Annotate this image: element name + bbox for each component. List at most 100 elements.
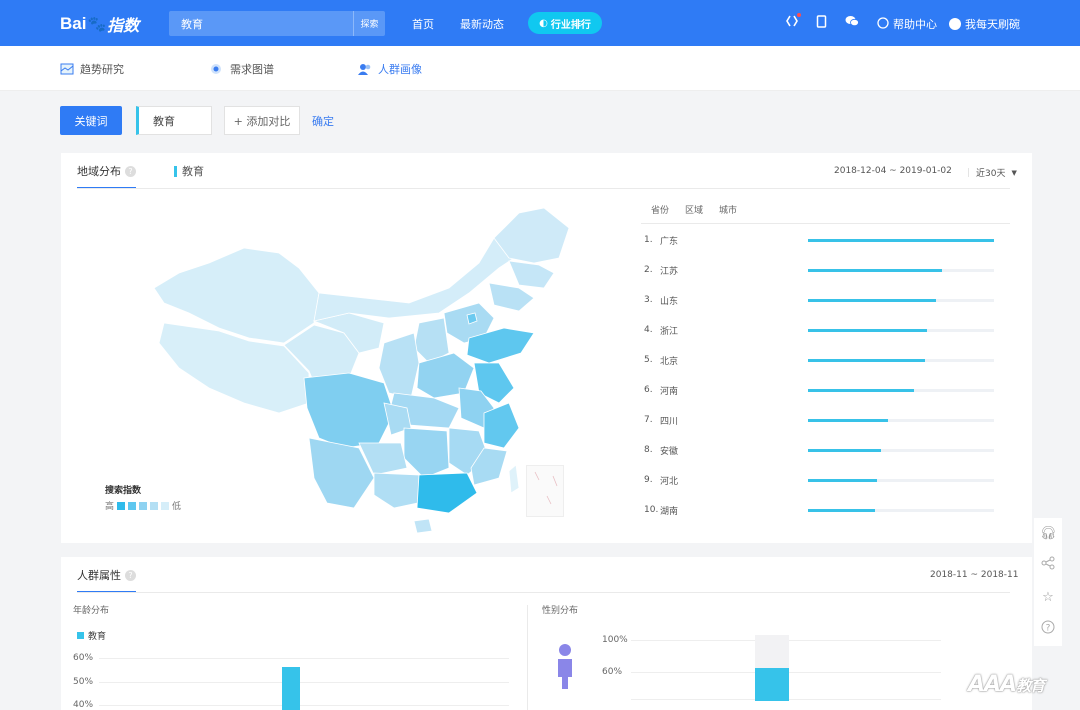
nav-latest-news[interactable]: 最新动态 <box>460 16 504 32</box>
keyword-field[interactable]: 教育 <box>136 106 212 135</box>
period-select[interactable]: | 近30天 ▼ <box>967 166 1017 180</box>
add-compare-button[interactable]: + 添加对比 <box>224 106 300 135</box>
region-distribution-panel: 地域分布 ? 教育 2018-12-04 ~ 2019-01-02 | 近30天… <box>61 153 1032 543</box>
search-input[interactable] <box>169 11 353 36</box>
tab-crowd-portrait[interactable]: 人群画像 <box>358 61 422 77</box>
rank-bar <box>808 328 928 332</box>
rank-tabs: 省份 区域 城市 <box>651 203 737 216</box>
region-hunan <box>403 427 450 479</box>
star-icon[interactable]: ☆ <box>1042 590 1054 605</box>
gridline <box>99 705 509 706</box>
age-distribution-title: 年龄分布 <box>73 606 110 616</box>
question-icon[interactable]: ? <box>1041 620 1055 638</box>
rank-bar <box>808 478 877 482</box>
panel-tabs: 人群属性 ? <box>77 557 136 593</box>
rank-bar <box>808 448 881 452</box>
map-legend: 搜索指数 高 低 <box>105 486 182 512</box>
rank-bar <box>808 418 888 422</box>
rank-bar <box>808 238 994 242</box>
rank-number: 10. <box>644 505 659 515</box>
wechat-icon[interactable] <box>845 15 859 30</box>
female-icon <box>555 643 575 694</box>
rank-bar <box>808 508 875 512</box>
rank-row[interactable]: 3. 山东 <box>644 293 1034 307</box>
headset-icon[interactable]: 🎧︎ <box>1040 526 1057 541</box>
rank-province-name: 广东 <box>660 236 679 247</box>
rank-row[interactable]: 5. 北京 <box>644 353 1034 367</box>
rank-row[interactable]: 2. 江苏 <box>644 263 1034 277</box>
y-tick: 40% <box>73 700 94 710</box>
help-center-link[interactable]: 帮助中心 <box>877 16 937 32</box>
gender-distribution-title: 性别分布 <box>542 606 579 616</box>
legend-swatch <box>117 501 126 510</box>
rank-province-name: 浙江 <box>660 326 679 337</box>
rank-bar-track <box>808 238 994 242</box>
ranking-icon: ◐ <box>539 17 548 29</box>
tab-region[interactable]: 区域 <box>685 203 703 216</box>
rank-number: 5. <box>644 355 653 365</box>
search-button[interactable]: 探索 <box>353 11 385 36</box>
gridline <box>99 658 509 659</box>
region-liaoning <box>488 282 535 312</box>
rank-bar-track <box>808 358 994 362</box>
region-hainan <box>413 518 433 534</box>
region-sichuan <box>303 372 395 449</box>
rank-bar-track <box>808 508 994 512</box>
industry-ranking-button[interactable]: ◐ 行业排行 <box>528 12 602 34</box>
divider <box>641 223 1010 224</box>
rank-bar-track <box>808 328 994 332</box>
rank-number: 4. <box>644 325 653 335</box>
share-icon[interactable] <box>1041 556 1055 574</box>
y-tick: 60% <box>602 667 623 677</box>
help-icon[interactable]: ? <box>125 569 136 581</box>
legend-swatch <box>161 501 170 510</box>
region-jilin <box>508 260 555 289</box>
age-bar[interactable] <box>282 667 300 710</box>
baidu-index-logo[interactable]: Bai 🐾 指数 <box>60 10 139 38</box>
mobile-icon[interactable] <box>816 15 827 31</box>
tab-city[interactable]: 城市 <box>719 203 737 216</box>
nav-home[interactable]: 首页 <box>412 16 434 32</box>
rank-province-name: 河北 <box>660 476 679 487</box>
rank-bar-track <box>808 478 994 482</box>
help-icon[interactable]: ? <box>125 165 136 177</box>
rank-province-name: 北京 <box>660 356 679 367</box>
rank-row[interactable]: 1. 广东 <box>644 233 1034 247</box>
rank-row[interactable]: 4. 浙江 <box>644 323 1034 337</box>
rank-number: 3. <box>644 295 653 305</box>
divider <box>77 592 1010 593</box>
gender-bar[interactable] <box>755 668 789 701</box>
rank-row[interactable]: 8. 安徽 <box>644 443 1034 457</box>
confirm-link[interactable]: 确定 <box>312 113 334 129</box>
tab-crowd-attributes[interactable]: 人群属性 ? <box>77 557 136 593</box>
rank-bar <box>808 268 942 272</box>
china-heat-map[interactable] <box>149 203 570 534</box>
svg-text:?: ? <box>1046 624 1051 634</box>
caret-down-icon: ▼ <box>1011 168 1017 177</box>
rank-number: 1. <box>644 235 653 245</box>
y-tick: 100% <box>602 635 628 645</box>
rank-number: 6. <box>644 385 653 395</box>
keyword-tab-button[interactable]: 关键词 <box>60 106 122 135</box>
sub-navigation: 趋势研究 需求图谱 人群画像 <box>0 46 1080 91</box>
paw-icon: 🐾 <box>87 15 107 33</box>
panel-tabs: 地域分布 ? 教育 <box>77 153 204 189</box>
user-menu[interactable]: 我每天刷碗 <box>949 16 1020 32</box>
legend-swatch <box>139 501 148 510</box>
rank-row[interactable]: 7. 四川 <box>644 413 1034 427</box>
logo-mark-icon[interactable] <box>786 15 798 30</box>
tab-province[interactable]: 省份 <box>651 203 669 216</box>
tab-demand-graph[interactable]: 需求图谱 <box>210 61 274 77</box>
rank-row[interactable]: 10. 湖南 <box>644 503 1034 517</box>
user-group-icon <box>358 63 372 75</box>
notification-dot <box>797 13 801 17</box>
legend-swatch <box>77 632 84 639</box>
age-legend: 教育 <box>77 629 106 642</box>
tab-region-distribution[interactable]: 地域分布 ? <box>77 153 136 189</box>
rank-bar <box>808 298 937 302</box>
rank-row[interactable]: 6. 河南 <box>644 383 1034 397</box>
chat-bubble-icon <box>877 16 889 32</box>
radar-icon <box>210 63 224 75</box>
tab-trend-research[interactable]: 趋势研究 <box>60 61 124 77</box>
rank-row[interactable]: 9. 河北 <box>644 473 1034 487</box>
